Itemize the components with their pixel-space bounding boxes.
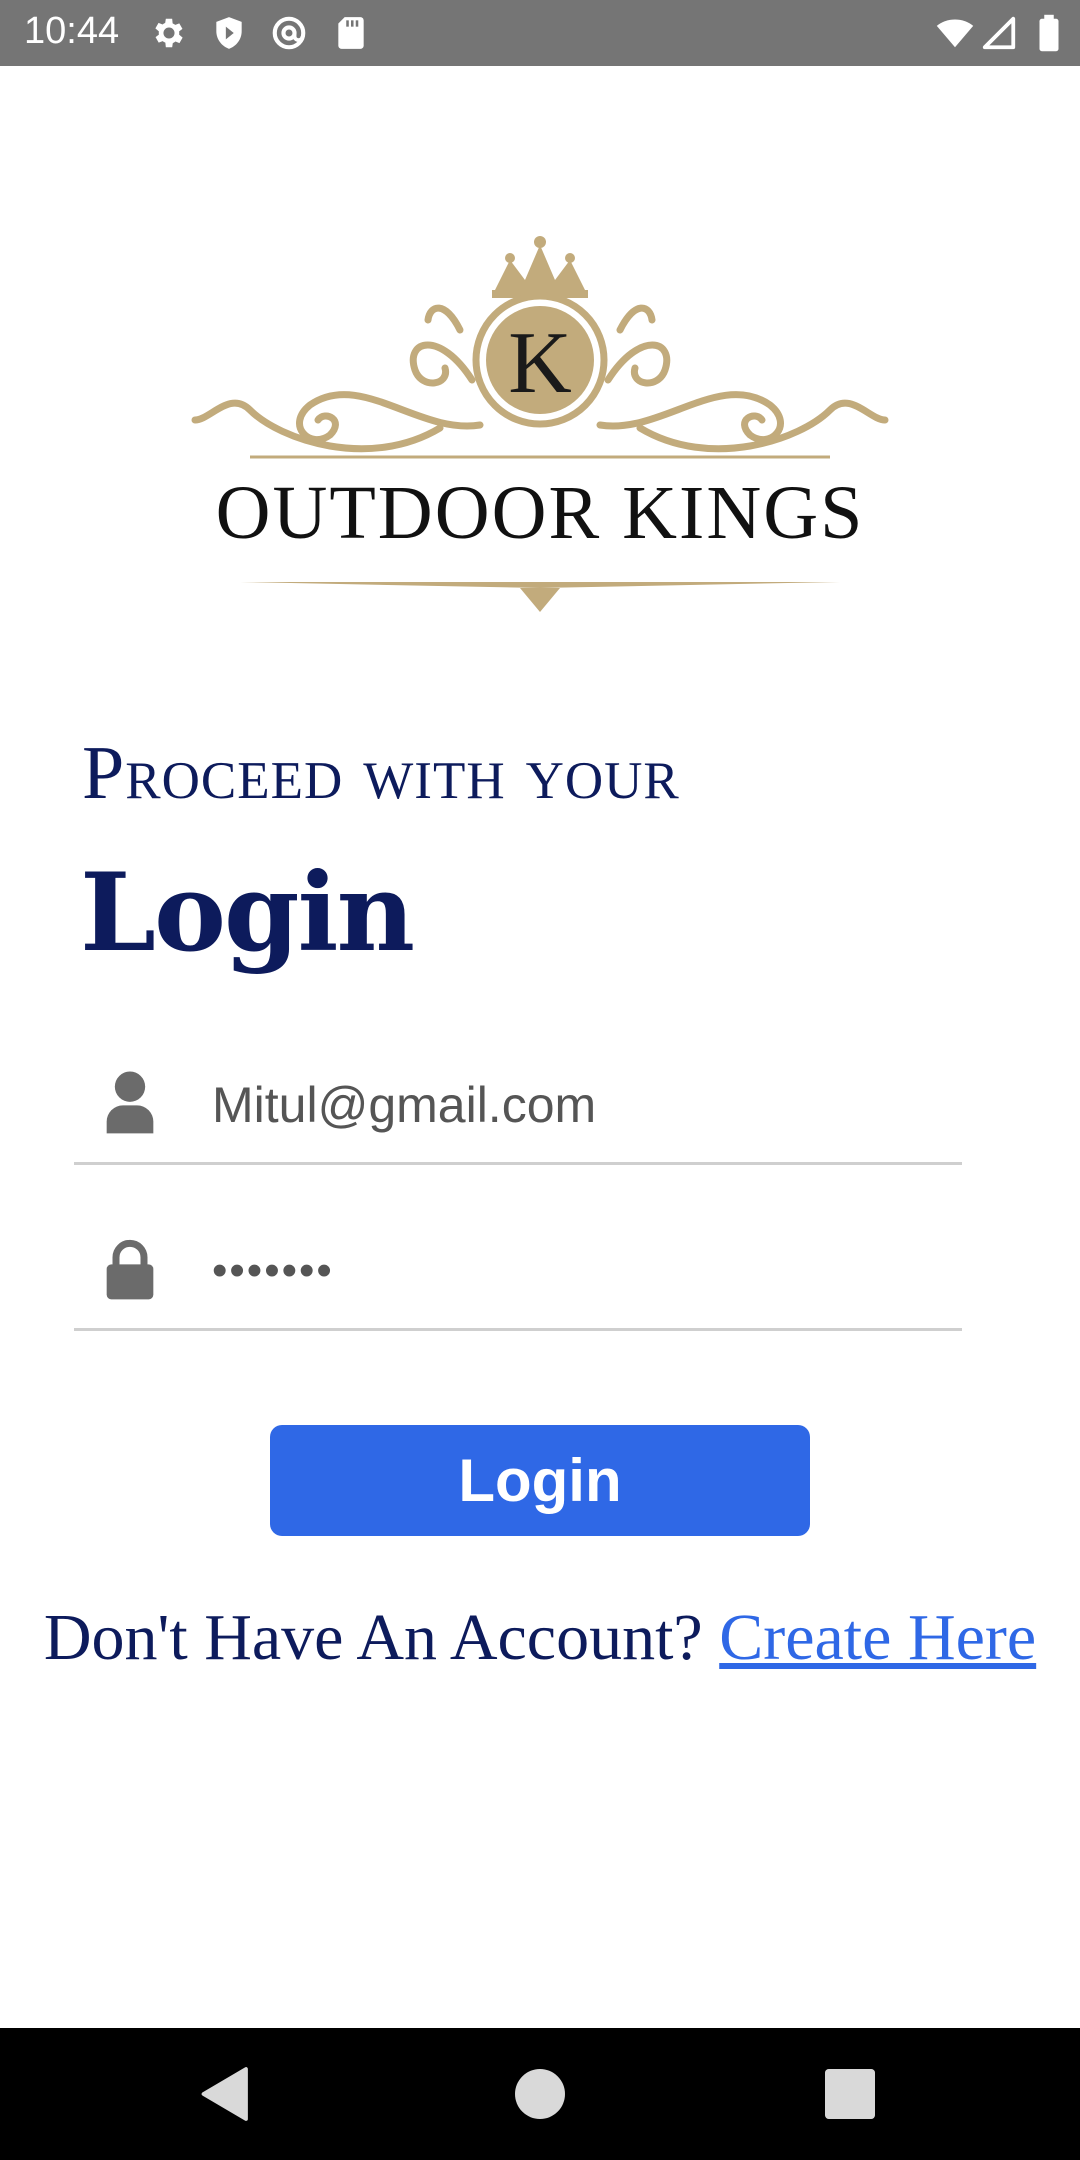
signal-icon [982, 16, 1016, 50]
shield-icon [216, 17, 242, 49]
login-subtitle: Proceed with your [82, 731, 680, 815]
lock-icon [106, 1239, 154, 1300]
home-icon[interactable] [510, 2064, 570, 2124]
outdoor-kings-logo: K OUTDOOR KINGS [191, 236, 889, 612]
login-title: Login [80, 850, 415, 976]
password-input[interactable]: ••••••• [212, 1236, 932, 1306]
crown-icon [492, 236, 588, 298]
signup-prompt: Don't Have An Account? [43, 1601, 703, 1674]
wifi-icon [936, 19, 974, 48]
status-bar: 10:44 [0, 0, 1080, 66]
email-input[interactable] [212, 1070, 932, 1140]
logo-monogram: K [508, 315, 572, 412]
back-icon[interactable] [196, 2064, 256, 2124]
sd-card-icon [338, 17, 364, 49]
email-field[interactable] [74, 1046, 962, 1165]
password-field[interactable]: ••••••• [74, 1212, 962, 1331]
status-time: 10:44 [24, 10, 120, 52]
user-icon [106, 1071, 154, 1134]
signup-row: Don't Have An Account? Create Here [0, 1600, 1080, 1676]
navigation-bar [0, 2028, 1080, 2160]
gear-icon [155, 18, 183, 48]
at-sign-icon [272, 16, 306, 50]
logo-brand-name: OUTDOOR KINGS [216, 471, 865, 555]
login-screen: 10:44 K OUTDOOR KINGS Proceed with your … [0, 0, 1080, 2160]
create-account-link[interactable]: Create Here [719, 1601, 1036, 1674]
login-button[interactable]: Login [270, 1425, 810, 1536]
battery-icon [1039, 14, 1059, 52]
recents-icon[interactable] [820, 2064, 880, 2124]
